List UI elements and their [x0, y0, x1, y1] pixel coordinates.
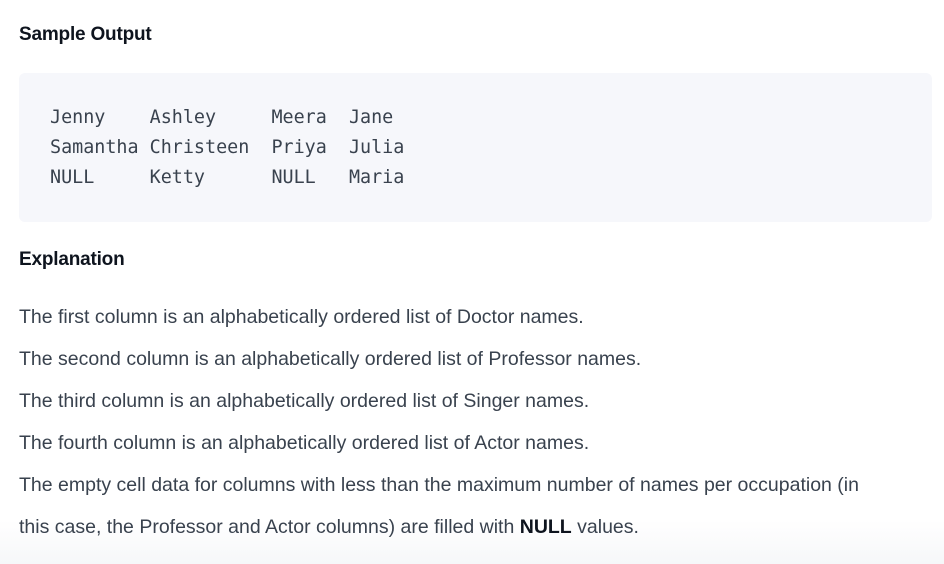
explanation-text: values.	[571, 516, 639, 538]
explanation-heading: Explanation	[19, 249, 125, 270]
explanation-paragraph: The third column is an alphabetically or…	[19, 390, 590, 412]
explanation-text: this case, the Professor and Actor colum…	[19, 516, 520, 538]
explanation-paragraph: The fourth column is an alphabetically o…	[19, 432, 590, 454]
null-keyword: NULL	[519, 516, 572, 538]
code-line: Jenny Ashley Meera Jane	[50, 107, 394, 128]
code-line: NULL Ketty NULL Maria	[50, 167, 405, 188]
sample-output-code-block: Jenny Ashley Meera Jane Samantha Christe…	[19, 73, 932, 222]
explanation-paragraph: The empty cell data for columns with les…	[19, 474, 859, 496]
problem-statement-page: Sample Output Jenny Ashley Meera Jane Sa…	[0, 0, 944, 564]
code-line: Samantha Christeen Priya Julia	[50, 137, 405, 158]
explanation-paragraph-continued: this case, the Professor and Actor colum…	[19, 515, 639, 539]
explanation-paragraph: The second column is an alphabetically o…	[19, 348, 642, 370]
explanation-paragraph: The first column is an alphabetically or…	[19, 306, 584, 328]
sample-output-heading: Sample Output	[19, 24, 152, 45]
